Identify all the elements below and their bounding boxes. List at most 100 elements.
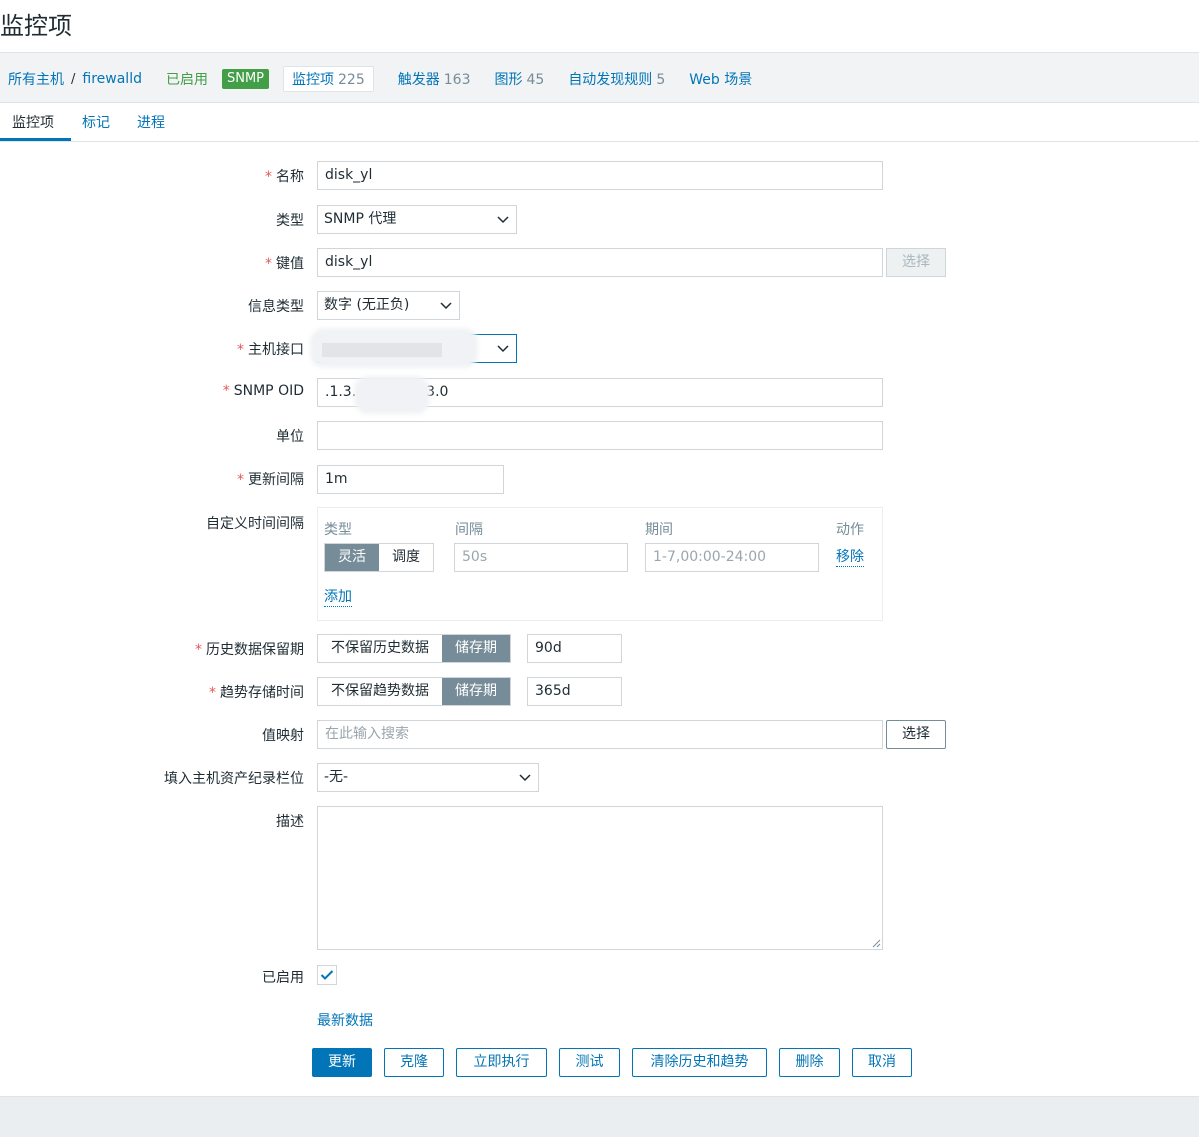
host-navigation: 所有主机 / firewalld 已启用 SNMP 监控项 225 触发器 163 …	[0, 52, 1199, 103]
name-label-text: 名称	[276, 169, 304, 185]
value-map-input[interactable]: 在此输入搜索	[317, 720, 883, 749]
info-type-label: 信息类型	[248, 299, 304, 315]
delete-button[interactable]: 删除	[779, 1048, 840, 1077]
info-type-select-value: 数字 (无正负)	[324, 297, 410, 313]
inventory-select[interactable]: -无-	[317, 763, 539, 792]
nav-web-scenarios[interactable]: Web 场景	[689, 69, 752, 89]
chevron-down-icon	[439, 292, 453, 319]
latest-data-link[interactable]: 最新数据	[317, 1010, 373, 1030]
inventory-label: 填入主机资产纪录栏位	[164, 771, 304, 787]
enabled-checkbox[interactable]	[317, 965, 337, 985]
nav-graphs-label: 图形	[494, 72, 523, 88]
nav-triggers-label: 触发器	[397, 72, 440, 88]
breadcrumb-separator: /	[71, 71, 76, 87]
page-header: 监控项	[0, 0, 1199, 52]
history-storage-period[interactable]: 储存期	[442, 635, 510, 662]
tab-tags[interactable]: 标记	[82, 112, 110, 132]
name-label: * 名称	[265, 169, 304, 185]
ci-header-action: 动作	[836, 522, 864, 538]
trends-label-text: 趋势存储时间	[220, 685, 304, 701]
host-status-enabled[interactable]: 已启用	[166, 69, 208, 89]
active-tab-indicator	[0, 138, 71, 141]
cancel-button[interactable]: 取消	[852, 1048, 912, 1077]
inventory-select-value: -无-	[324, 769, 349, 785]
type-select-value: SNMP 代理	[324, 211, 397, 227]
breadcrumb-all-hosts[interactable]: 所有主机	[8, 69, 64, 89]
type-label: 类型	[276, 213, 304, 229]
nav-triggers-count: 163	[443, 72, 471, 88]
value-map-select-button[interactable]: 选择	[886, 720, 946, 749]
ci-remove-link[interactable]: 移除	[836, 549, 864, 567]
update-interval-label-text: 更新间隔	[248, 472, 304, 488]
nav-graphs[interactable]: 图形 45	[494, 69, 544, 89]
snmp-availability-badge: SNMP	[221, 69, 270, 89]
checkmark-icon	[320, 970, 334, 980]
host-interface-label-text: 主机接口	[248, 342, 304, 358]
type-select[interactable]: SNMP 代理	[317, 205, 517, 234]
execute-now-button[interactable]: 立即执行	[456, 1048, 547, 1077]
chevron-down-icon	[496, 335, 510, 362]
redaction-mask	[354, 376, 430, 414]
chevron-down-icon	[496, 206, 510, 233]
history-do-not-keep[interactable]: 不保留历史数据	[318, 635, 442, 662]
ci-header-period: 期间	[645, 522, 673, 538]
units-input[interactable]	[317, 421, 883, 450]
chevron-down-icon	[518, 764, 532, 791]
clone-button[interactable]: 克隆	[384, 1048, 444, 1077]
ci-type-flexible[interactable]: 灵活	[325, 544, 379, 571]
update-interval-label: * 更新间隔	[237, 472, 304, 488]
ci-period-input[interactable]: 1-7,00:00-24:00	[645, 543, 819, 572]
trends-do-not-keep[interactable]: 不保留趋势数据	[318, 678, 442, 705]
page-title: 监控项	[0, 12, 72, 40]
nav-web-label: Web 场景	[689, 72, 753, 88]
description-label: 描述	[276, 814, 304, 830]
custom-intervals-label: 自定义时间间隔	[206, 516, 304, 532]
key-input[interactable]: disk_yl	[317, 248, 883, 277]
nav-discovery-rules[interactable]: 自动发现规则 5	[568, 69, 665, 89]
breadcrumb-host[interactable]: firewalld	[82, 71, 142, 87]
history-label-text: 历史数据保留期	[206, 642, 304, 658]
resize-grip-icon[interactable]	[871, 938, 881, 948]
update-button[interactable]: 更新	[312, 1048, 372, 1077]
custom-intervals-table: 类型 间隔 期间 动作 灵活 调度 50s 1-7,00:00-24:00 移除…	[317, 507, 883, 621]
value-map-label: 值映射	[262, 728, 304, 744]
snmp-oid-prefix: .1.3.	[325, 384, 357, 400]
trends-mode-toggle: 不保留趋势数据 储存期	[317, 677, 511, 706]
nav-items-label: 监控项	[292, 72, 335, 88]
host-interface-label: * 主机接口	[237, 342, 304, 358]
clear-history-trends-button[interactable]: 清除历史和趋势	[632, 1048, 767, 1077]
nav-discovery-label: 自动发现规则	[568, 72, 653, 88]
description-textarea[interactable]	[317, 806, 883, 950]
enabled-label: 已启用	[262, 970, 304, 986]
ci-type-scheduling[interactable]: 调度	[379, 544, 433, 571]
ci-interval-input[interactable]: 50s	[454, 543, 628, 572]
update-interval-input[interactable]: 1m	[317, 465, 504, 494]
ci-add-link[interactable]: 添加	[324, 589, 352, 607]
nav-items[interactable]: 监控项 225	[283, 66, 374, 92]
nav-triggers[interactable]: 触发器 163	[398, 69, 471, 89]
ci-header-type: 类型	[324, 522, 352, 538]
info-type-select[interactable]: 数字 (无正负)	[317, 291, 460, 320]
history-input[interactable]: 90d	[527, 634, 622, 663]
nav-items-count: 225	[338, 72, 365, 88]
history-mode-toggle: 不保留历史数据 储存期	[317, 634, 511, 663]
units-label: 单位	[276, 429, 304, 445]
redacted-value	[322, 343, 442, 357]
tab-preprocessing[interactable]: 进程	[137, 112, 165, 132]
name-input[interactable]: disk_yl	[317, 161, 883, 190]
tab-item[interactable]: 监控项	[12, 112, 54, 132]
trends-input[interactable]: 365d	[527, 677, 622, 706]
key-label: * 键值	[265, 256, 304, 272]
ci-type-toggle: 灵活 调度	[324, 543, 434, 572]
trends-storage-period[interactable]: 储存期	[442, 678, 510, 705]
nav-graphs-count: 45	[526, 72, 545, 88]
ci-header-interval: 间隔	[455, 522, 483, 538]
snmp-oid-label-text: SNMP OID	[233, 383, 304, 399]
nav-discovery-count: 5	[656, 72, 666, 88]
test-button[interactable]: 测试	[559, 1048, 620, 1077]
snmp-oid-label: * SNMP OID	[222, 383, 304, 399]
key-label-text: 键值	[276, 256, 304, 272]
form-tabs: 监控项 标记 进程	[0, 103, 1199, 142]
key-select-button[interactable]: 选择	[886, 248, 946, 277]
history-label: * 历史数据保留期	[195, 642, 304, 658]
